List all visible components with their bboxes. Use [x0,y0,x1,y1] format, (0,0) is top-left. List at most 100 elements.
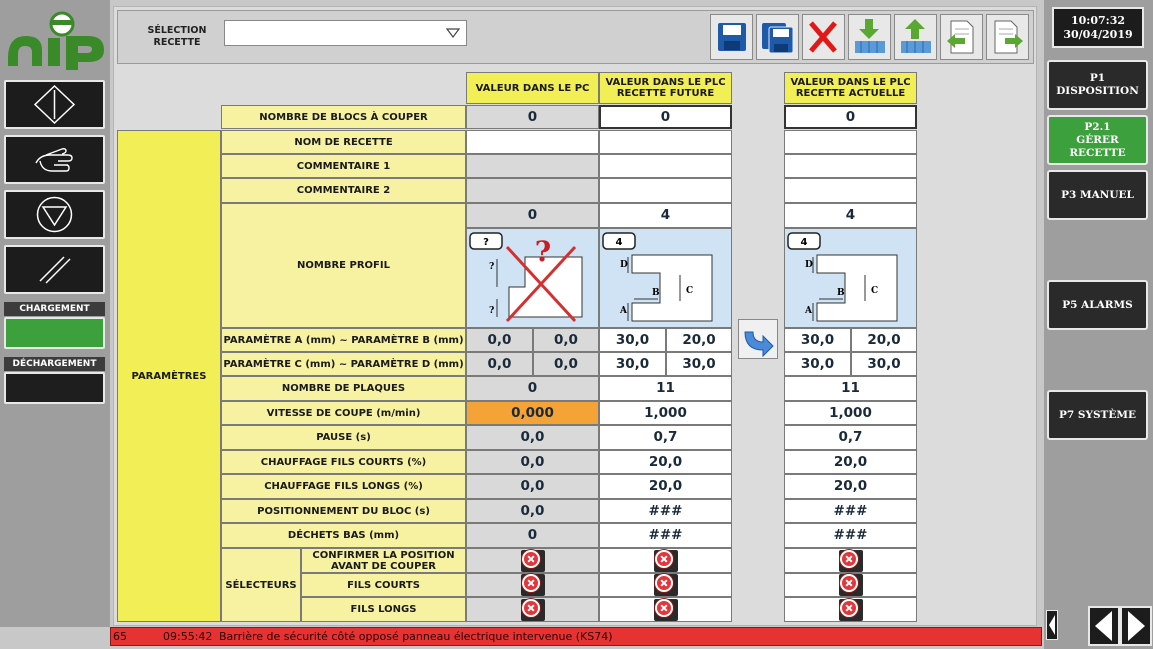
selector-confirmer-pc[interactable] [520,549,545,572]
bar-left-icon [1049,615,1055,635]
svg-text:4: 4 [801,237,808,248]
hand-icon [35,148,73,172]
positionnement-pc: 0,0 [466,499,599,523]
left-sidebar: CHARGEMENT DÉCHARGEMENT [0,0,110,627]
save-as-icon [762,23,794,54]
pause-pc: 0,0 [466,425,599,450]
manual-hand-button[interactable] [4,135,105,184]
selector-fils-longs-pc[interactable] [520,598,545,621]
nav-first-button[interactable] [1046,610,1058,640]
diamond-start-icon [33,84,76,125]
selector-fils-courts-current [838,574,863,596]
delete-button[interactable] [802,14,845,60]
profil-pc-diagram: ? ? ? ? [466,228,599,328]
x-circle-icon [839,574,858,592]
x-circle-icon [654,549,673,568]
stop-cycle-button[interactable] [4,190,105,239]
row-label-commentaire2: COMMENTAIRE 2 [221,178,466,203]
param-d-future: 30,0 [666,352,732,376]
double-slash-icon [39,256,71,284]
row-label-dechets: DÉCHETS BAS (mm) [221,523,466,548]
alarm-status-bar[interactable]: 65 09:55:42 Barrière de sécurité côté op… [110,627,1042,646]
profil-future: 4 [599,203,732,228]
selector-confirmer-current-cell [784,548,917,573]
import-button[interactable] [940,14,983,60]
svg-text:A: A [804,306,813,316]
param-a-current: 30,0 [784,328,851,352]
row-label-profil: NOMBRE PROFIL [221,203,466,328]
svg-text:?: ? [489,262,494,272]
header-pc: VALEUR DANS LE PC [466,72,599,104]
download-button[interactable] [848,14,891,60]
dechargement-indicator[interactable] [4,372,105,404]
import-icon [947,20,974,54]
blocs-pc: 0 [466,105,599,129]
start-cycle-button[interactable] [4,80,105,129]
param-b-pc: 0,0 [533,328,599,352]
selector-confirmer-future[interactable] [653,549,678,572]
selector-fils-courts-pc[interactable] [520,574,545,596]
chevron-down-icon [446,28,460,38]
svg-text:?: ? [489,306,494,316]
row-label-param-ab: PARAMÈTRE A (mm) ~ PARAMÈTRE B (mm) [221,328,466,352]
x-circle-icon [521,574,540,592]
save-as-button[interactable] [756,14,799,60]
selector-fils-longs-future[interactable] [653,598,678,621]
nom-future [599,130,732,154]
alarm-message: Barrière de sécurité côté opposé panneau… [219,630,613,643]
svg-text:D: D [805,260,813,270]
blocs-future-input[interactable]: 0 [599,105,732,129]
profil-current: 4 [784,203,917,228]
delete-icon [809,21,837,53]
right-sidebar: 10:07:32 30/04/2019 P1 DISPOSITION P2.1 … [1044,0,1153,649]
save-button[interactable] [710,14,753,60]
x-circle-icon [839,598,858,617]
nav-p5-alarms[interactable]: P5 ALARMS [1047,280,1148,330]
svg-text:A: A [619,306,628,316]
nav-p3-manuel[interactable]: P3 MANUEL [1047,170,1148,220]
profil-current-diagram: 4 D A B C [784,228,917,328]
unknown-profile-icon: ? ? ? ? [469,232,583,323]
param-c-future: 30,0 [599,352,666,376]
export-icon [994,20,1023,54]
selector-label-fils-courts: FILS COURTS [301,573,466,597]
parametres-group-label: PARAMÈTRES [117,130,221,622]
svg-text:4: 4 [616,237,623,248]
circle-triangle-stop-icon [36,196,73,233]
profile-4-icon: 4 D A B C [787,232,898,322]
blocs-current: 0 [784,105,917,129]
chargement-indicator[interactable] [4,317,105,349]
selector-fils-courts-current-cell [784,573,917,597]
nav-next-button[interactable] [1120,606,1152,646]
selector-fils-longs-current [838,598,863,621]
profil-future-diagram: 4 D A B C [599,228,732,328]
save-icon [718,23,746,51]
chauffage-courts-pc: 0,0 [466,450,599,474]
svg-text:B: B [652,288,660,298]
dechets-pc: 0 [466,523,599,548]
nav-p1-disposition[interactable]: P1 DISPOSITION [1047,60,1148,110]
nav-prev-button[interactable] [1088,606,1120,646]
row-label-blocs: NOMBRE DE BLOCS À COUPER [221,105,466,129]
selector-fils-longs-future-cell [599,597,732,622]
param-b-current: 20,0 [851,328,917,352]
reset-button[interactable] [4,245,105,294]
export-button[interactable] [986,14,1029,60]
nav-p2-gerer-recette[interactable]: P2.1 GÉRER RECETTE [1047,115,1148,165]
dechets-current: ### [784,523,917,548]
x-circle-icon [654,598,673,617]
x-circle-icon [521,598,540,617]
profile-4-icon: 4 D A B C [602,232,713,322]
chargement-label: CHARGEMENT [4,302,105,316]
selector-fils-courts-future[interactable] [653,574,678,596]
copy-current-to-future-button[interactable] [738,319,778,359]
svg-text:?: ? [535,235,551,268]
header-plc-future: VALEUR DANS LE PLC RECETTE FUTURE [599,72,732,104]
nav-p7-systeme[interactable]: P7 SYSTÈME [1047,390,1148,440]
positionnement-future: ### [599,499,732,523]
nom-pc [466,130,599,154]
upload-button[interactable] [894,14,937,60]
x-circle-icon [521,549,540,568]
recipe-select[interactable] [224,20,467,46]
row-label-plaques: NOMBRE DE PLAQUES [221,376,466,401]
